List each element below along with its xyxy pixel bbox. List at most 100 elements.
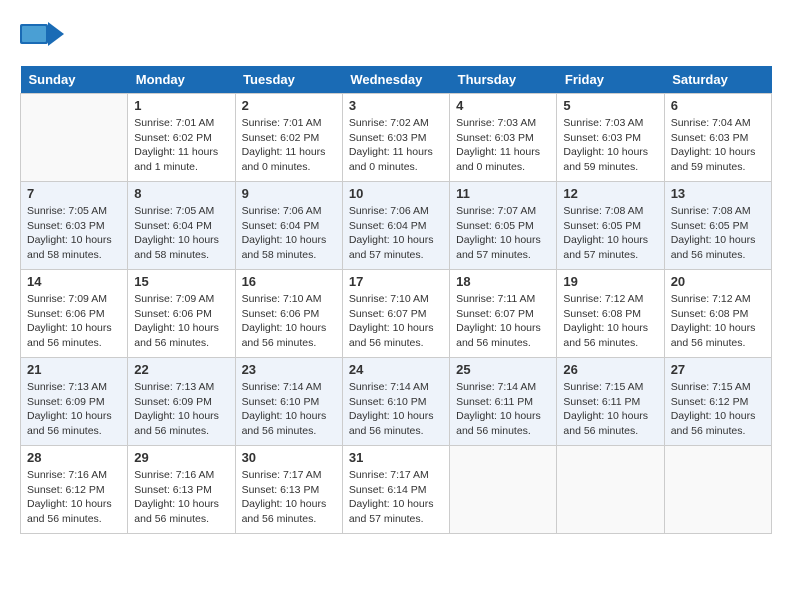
cell-info: Sunrise: 7:04 AM Sunset: 6:03 PM Dayligh… <box>671 116 765 175</box>
calendar-cell: 10 Sunrise: 7:06 AM Sunset: 6:04 PM Dayli… <box>342 182 449 270</box>
weekday-header-tuesday: Tuesday <box>235 66 342 94</box>
day-number: 11 <box>456 186 550 201</box>
cell-info: Sunrise: 7:17 AM Sunset: 6:14 PM Dayligh… <box>349 468 443 527</box>
calendar-cell: 3 Sunrise: 7:02 AM Sunset: 6:03 PM Daylig… <box>342 94 449 182</box>
cell-info: Sunrise: 7:08 AM Sunset: 6:05 PM Dayligh… <box>563 204 657 263</box>
weekday-header-sunday: Sunday <box>21 66 128 94</box>
day-number: 3 <box>349 98 443 113</box>
day-number: 26 <box>563 362 657 377</box>
cell-info: Sunrise: 7:09 AM Sunset: 6:06 PM Dayligh… <box>134 292 228 351</box>
cell-info: Sunrise: 7:15 AM Sunset: 6:11 PM Dayligh… <box>563 380 657 439</box>
calendar-cell: 11 Sunrise: 7:07 AM Sunset: 6:05 PM Dayli… <box>450 182 557 270</box>
cell-info: Sunrise: 7:14 AM Sunset: 6:10 PM Dayligh… <box>242 380 336 439</box>
calendar-cell <box>557 446 664 534</box>
cell-info: Sunrise: 7:12 AM Sunset: 6:08 PM Dayligh… <box>563 292 657 351</box>
calendar-cell: 1 Sunrise: 7:01 AM Sunset: 6:02 PM Daylig… <box>128 94 235 182</box>
logo-icon <box>20 20 64 56</box>
day-number: 19 <box>563 274 657 289</box>
calendar-cell: 26 Sunrise: 7:15 AM Sunset: 6:11 PM Dayli… <box>557 358 664 446</box>
calendar-week-row: 1 Sunrise: 7:01 AM Sunset: 6:02 PM Daylig… <box>21 94 772 182</box>
cell-info: Sunrise: 7:03 AM Sunset: 6:03 PM Dayligh… <box>563 116 657 175</box>
calendar-cell: 28 Sunrise: 7:16 AM Sunset: 6:12 PM Dayli… <box>21 446 128 534</box>
cell-info: Sunrise: 7:06 AM Sunset: 6:04 PM Dayligh… <box>349 204 443 263</box>
calendar-cell: 16Sunrise: 7:10 AM Sunset: 6:06 PM Dayli… <box>235 270 342 358</box>
day-number: 8 <box>134 186 228 201</box>
calendar-cell: 24Sunrise: 7:14 AM Sunset: 6:10 PM Dayli… <box>342 358 449 446</box>
calendar-cell <box>21 94 128 182</box>
cell-info: Sunrise: 7:02 AM Sunset: 6:03 PM Dayligh… <box>349 116 443 175</box>
calendar-cell <box>450 446 557 534</box>
day-number: 28 <box>27 450 121 465</box>
day-number: 14 <box>27 274 121 289</box>
day-number: 9 <box>242 186 336 201</box>
cell-info: Sunrise: 7:11 AM Sunset: 6:07 PM Dayligh… <box>456 292 550 351</box>
logo <box>20 20 68 56</box>
calendar-cell: 23 Sunrise: 7:14 AM Sunset: 6:10 PM Dayli… <box>235 358 342 446</box>
day-number: 7 <box>27 186 121 201</box>
cell-info: Sunrise: 7:13 AM Sunset: 6:09 PM Dayligh… <box>134 380 228 439</box>
cell-info: Sunrise: 7:14 AM Sunset: 6:11 PM Dayligh… <box>456 380 550 439</box>
calendar-week-row: 14 Sunrise: 7:09 AM Sunset: 6:06 PM Dayli… <box>21 270 772 358</box>
calendar-cell: 4Sunrise: 7:03 AM Sunset: 6:03 PM Daylig… <box>450 94 557 182</box>
day-number: 20 <box>671 274 765 289</box>
calendar-cell <box>664 446 771 534</box>
day-number: 12 <box>563 186 657 201</box>
day-number: 22 <box>134 362 228 377</box>
calendar-cell: 5 Sunrise: 7:03 AM Sunset: 6:03 PM Daylig… <box>557 94 664 182</box>
weekday-header-saturday: Saturday <box>664 66 771 94</box>
day-number: 15 <box>134 274 228 289</box>
calendar-cell: 18 Sunrise: 7:11 AM Sunset: 6:07 PM Dayli… <box>450 270 557 358</box>
cell-info: Sunrise: 7:15 AM Sunset: 6:12 PM Dayligh… <box>671 380 765 439</box>
day-number: 29 <box>134 450 228 465</box>
day-number: 10 <box>349 186 443 201</box>
cell-info: Sunrise: 7:06 AM Sunset: 6:04 PM Dayligh… <box>242 204 336 263</box>
weekday-header-thursday: Thursday <box>450 66 557 94</box>
day-number: 17 <box>349 274 443 289</box>
cell-info: Sunrise: 7:17 AM Sunset: 6:13 PM Dayligh… <box>242 468 336 527</box>
day-number: 30 <box>242 450 336 465</box>
calendar-header-row: SundayMondayTuesdayWednesdayThursdayFrid… <box>21 66 772 94</box>
day-number: 13 <box>671 186 765 201</box>
day-number: 23 <box>242 362 336 377</box>
calendar-table: SundayMondayTuesdayWednesdayThursdayFrid… <box>20 66 772 534</box>
calendar-cell: 22 Sunrise: 7:13 AM Sunset: 6:09 PM Dayli… <box>128 358 235 446</box>
day-number: 5 <box>563 98 657 113</box>
day-number: 27 <box>671 362 765 377</box>
calendar-cell: 12 Sunrise: 7:08 AM Sunset: 6:05 PM Dayli… <box>557 182 664 270</box>
calendar-cell: 25 Sunrise: 7:14 AM Sunset: 6:11 PM Dayli… <box>450 358 557 446</box>
day-number: 1 <box>134 98 228 113</box>
cell-info: Sunrise: 7:09 AM Sunset: 6:06 PM Dayligh… <box>27 292 121 351</box>
cell-info: Sunrise: 7:01 AM Sunset: 6:02 PM Dayligh… <box>134 116 228 175</box>
weekday-header-friday: Friday <box>557 66 664 94</box>
page-header <box>20 20 772 56</box>
cell-info: Sunrise: 7:14 AM Sunset: 6:10 PM Dayligh… <box>349 380 443 439</box>
cell-info: Sunrise: 7:05 AM Sunset: 6:04 PM Dayligh… <box>134 204 228 263</box>
cell-info: Sunrise: 7:13 AM Sunset: 6:09 PM Dayligh… <box>27 380 121 439</box>
cell-info: Sunrise: 7:07 AM Sunset: 6:05 PM Dayligh… <box>456 204 550 263</box>
calendar-cell: 2Sunrise: 7:01 AM Sunset: 6:02 PM Daylig… <box>235 94 342 182</box>
calendar-week-row: 21 Sunrise: 7:13 AM Sunset: 6:09 PM Dayli… <box>21 358 772 446</box>
calendar-cell: 6 Sunrise: 7:04 AM Sunset: 6:03 PM Daylig… <box>664 94 771 182</box>
day-number: 21 <box>27 362 121 377</box>
calendar-week-row: 28 Sunrise: 7:16 AM Sunset: 6:12 PM Dayli… <box>21 446 772 534</box>
day-number: 18 <box>456 274 550 289</box>
calendar-cell: 15 Sunrise: 7:09 AM Sunset: 6:06 PM Dayli… <box>128 270 235 358</box>
calendar-cell: 19 Sunrise: 7:12 AM Sunset: 6:08 PM Dayli… <box>557 270 664 358</box>
weekday-header-monday: Monday <box>128 66 235 94</box>
cell-info: Sunrise: 7:03 AM Sunset: 6:03 PM Dayligh… <box>456 116 550 175</box>
calendar-cell: 27 Sunrise: 7:15 AM Sunset: 6:12 PM Dayli… <box>664 358 771 446</box>
day-number: 16 <box>242 274 336 289</box>
day-number: 25 <box>456 362 550 377</box>
day-number: 6 <box>671 98 765 113</box>
cell-info: Sunrise: 7:08 AM Sunset: 6:05 PM Dayligh… <box>671 204 765 263</box>
calendar-cell: 7 Sunrise: 7:05 AM Sunset: 6:03 PM Daylig… <box>21 182 128 270</box>
cell-info: Sunrise: 7:12 AM Sunset: 6:08 PM Dayligh… <box>671 292 765 351</box>
calendar-cell: 20 Sunrise: 7:12 AM Sunset: 6:08 PM Dayli… <box>664 270 771 358</box>
cell-info: Sunrise: 7:16 AM Sunset: 6:12 PM Dayligh… <box>27 468 121 527</box>
calendar-cell: 9 Sunrise: 7:06 AM Sunset: 6:04 PM Daylig… <box>235 182 342 270</box>
calendar-cell: 21 Sunrise: 7:13 AM Sunset: 6:09 PM Dayli… <box>21 358 128 446</box>
cell-info: Sunrise: 7:05 AM Sunset: 6:03 PM Dayligh… <box>27 204 121 263</box>
calendar-cell: 13 Sunrise: 7:08 AM Sunset: 6:05 PM Dayli… <box>664 182 771 270</box>
cell-info: Sunrise: 7:01 AM Sunset: 6:02 PM Dayligh… <box>242 116 336 175</box>
calendar-cell: 14 Sunrise: 7:09 AM Sunset: 6:06 PM Dayli… <box>21 270 128 358</box>
